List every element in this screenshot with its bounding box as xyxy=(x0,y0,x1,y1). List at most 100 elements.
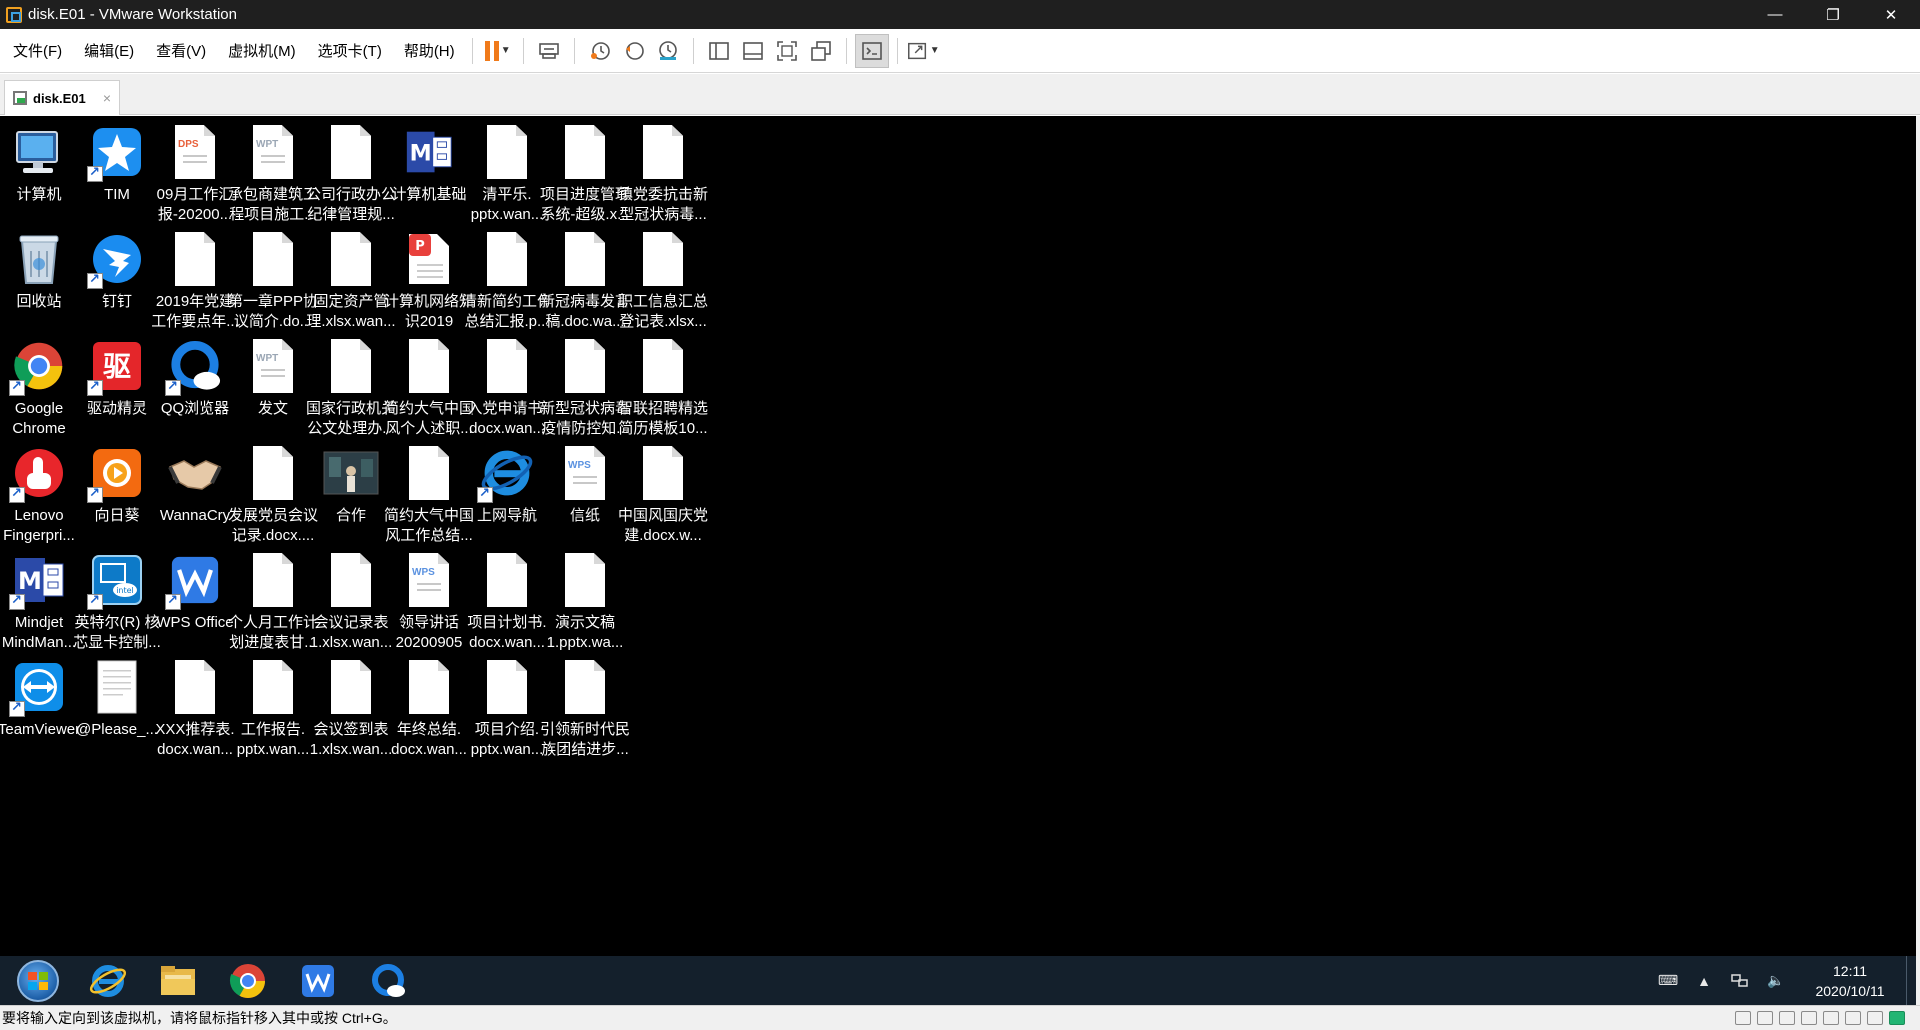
blank-doc-icon xyxy=(243,657,303,717)
taskbar-explorer-button[interactable] xyxy=(150,959,206,1003)
send-ctrl-alt-del-button[interactable] xyxy=(532,34,566,68)
fingerprint-icon xyxy=(9,443,69,503)
menu-vm[interactable]: 虚拟机(M) xyxy=(219,40,305,61)
wpt-doc-icon: WPT xyxy=(243,122,303,182)
blank-doc-icon xyxy=(243,229,303,289)
show-desktop-button[interactable] xyxy=(1906,956,1916,1005)
taskbar-chrome-button[interactable] xyxy=(220,959,276,1003)
photo-icon xyxy=(321,443,381,503)
blank-doc-icon xyxy=(321,657,381,717)
window-title: disk.E01 - VMware Workstation xyxy=(28,6,237,23)
desktop-icon[interactable]: 引领新时代民 族团结进步... xyxy=(537,657,633,760)
vm-guest-desktop[interactable]: 计算机TIMDPS09月工作汇 报-20200...WPT承包商建筑工 程项目施… xyxy=(0,116,1920,1005)
desktop-icon[interactable]: 职工信息汇总 登记表.xlsx... xyxy=(615,229,711,332)
qq-browser-icon xyxy=(165,336,225,396)
status-bar: 要将输入定向到该虚拟机，请将鼠标指针移入其中或按 Ctrl+G。 xyxy=(0,1005,1920,1030)
taskbar-qq-browser-button[interactable] xyxy=(360,959,416,1003)
sound-card-icon[interactable] xyxy=(1845,1011,1861,1025)
clock-time: 12:11 xyxy=(1833,962,1867,979)
shortcut-arrow-icon xyxy=(165,592,181,610)
taskbar-ie-button[interactable] xyxy=(80,959,136,1003)
usb-icon[interactable] xyxy=(1801,1011,1817,1025)
blank-doc-icon xyxy=(243,550,303,610)
desktop-icon-label: 演示文稿 1.pptx.wa... xyxy=(546,614,624,651)
blank-doc-icon xyxy=(477,122,537,182)
vmware-app-icon[interactable] xyxy=(6,6,22,23)
desktop-icon[interactable]: 镇党委抗击新 型冠状病毒... xyxy=(615,122,711,225)
chevron-down-icon[interactable]: ▼ xyxy=(501,45,511,56)
svg-text:驱: 驱 xyxy=(103,350,131,383)
show-library-button[interactable] xyxy=(702,34,736,68)
blank-doc-icon xyxy=(321,336,381,396)
snapshot-manager-button[interactable] xyxy=(651,34,685,68)
blank-doc-icon xyxy=(555,657,615,717)
display-icon[interactable] xyxy=(1867,1011,1883,1025)
toolbar-separator xyxy=(471,37,473,64)
shortcut-arrow-icon xyxy=(477,485,493,503)
thumbnail-bar-icon xyxy=(742,41,763,60)
folder-icon xyxy=(161,965,195,995)
volume-icon[interactable]: 🔈 xyxy=(1765,972,1787,990)
clock-date: 2020/10/11 xyxy=(1815,982,1885,999)
blank-doc-icon xyxy=(477,336,537,396)
blank-doc-icon xyxy=(633,336,693,396)
blank-doc-icon xyxy=(633,122,693,182)
suspend-button[interactable]: ▼ xyxy=(481,34,515,68)
chrome-icon xyxy=(9,336,69,396)
revert-snapshot-button[interactable] xyxy=(617,34,651,68)
start-button[interactable] xyxy=(10,959,66,1003)
menu-help[interactable]: 帮助(H) xyxy=(395,40,464,61)
snapshot-button[interactable] xyxy=(583,34,617,68)
printer-icon[interactable] xyxy=(1823,1011,1839,1025)
snapshot-manager-icon xyxy=(658,40,677,60)
dps-doc-icon: DPS xyxy=(165,122,225,182)
show-thumbnail-bar-button[interactable] xyxy=(736,34,770,68)
teamviewer-icon xyxy=(9,657,69,717)
chevron-down-icon[interactable]: ▼ xyxy=(930,45,940,56)
cd-dvd-icon[interactable] xyxy=(1757,1011,1773,1025)
shortcut-arrow-icon xyxy=(9,485,25,503)
shortcut-arrow-icon xyxy=(9,378,25,396)
menu-file[interactable]: 文件(F) xyxy=(4,40,71,61)
desktop-icon[interactable]: 中国风国庆党 建.docx.w... xyxy=(615,443,711,546)
blank-doc-icon xyxy=(321,229,381,289)
wps-pdf-doc-icon: P xyxy=(399,229,459,289)
hard-disk-icon[interactable] xyxy=(1735,1011,1751,1025)
tab-disk-e01[interactable]: disk.E01 × xyxy=(4,80,120,115)
close-icon[interactable]: × xyxy=(103,90,111,106)
desktop-icon-label: 中国风国庆党 建.docx.w... xyxy=(617,507,708,544)
shortcut-arrow-icon xyxy=(87,164,103,182)
taskbar-wps-button[interactable] xyxy=(290,959,346,1003)
wps-office-icon xyxy=(165,550,225,610)
stretch-guest-button[interactable]: ▼ xyxy=(906,34,940,68)
show-hidden-icons-icon[interactable]: ▲ xyxy=(1693,972,1715,990)
menu-tabs[interactable]: 选项卡(T) xyxy=(309,40,391,61)
message-log-icon[interactable] xyxy=(1889,1011,1905,1025)
toolbar-separator xyxy=(845,37,847,64)
taskbar-clock[interactable]: 12:11 2020/10/11 xyxy=(1800,961,1900,1001)
console-view-button[interactable] xyxy=(854,33,889,68)
title-bar: disk.E01 - VMware Workstation — ❐ ✕ xyxy=(0,0,1920,29)
network-icon[interactable] xyxy=(1729,972,1751,990)
blank-doc-icon xyxy=(399,657,459,717)
blank-doc-icon xyxy=(555,550,615,610)
full-screen-button[interactable] xyxy=(770,34,804,68)
blank-doc-icon xyxy=(555,122,615,182)
restore-button[interactable]: ❐ xyxy=(1804,0,1862,29)
keyboard-send-icon xyxy=(538,42,559,59)
desktop-icon[interactable]: 演示文稿 1.pptx.wa... xyxy=(537,550,633,653)
menu-edit[interactable]: 编辑(E) xyxy=(75,40,143,61)
ie-icon xyxy=(477,443,537,503)
window-right-border xyxy=(1916,116,1920,1005)
desktop-icon[interactable]: 智联招聘精选 简历模板10... xyxy=(615,336,711,439)
unity-mode-button[interactable] xyxy=(804,34,838,68)
close-button[interactable]: ✕ xyxy=(1862,0,1920,29)
tab-label: disk.E01 xyxy=(33,90,86,106)
menu-view[interactable]: 查看(V) xyxy=(147,40,215,61)
network-adapter-icon[interactable] xyxy=(1779,1011,1795,1025)
keyboard-icon[interactable]: ⌨ xyxy=(1657,972,1679,990)
minimize-button[interactable]: — xyxy=(1746,0,1804,29)
vm-tab-icon xyxy=(13,91,27,105)
desktop-icon-label: 智联招聘精选 简历模板10... xyxy=(617,400,708,437)
computer-icon xyxy=(9,122,69,182)
